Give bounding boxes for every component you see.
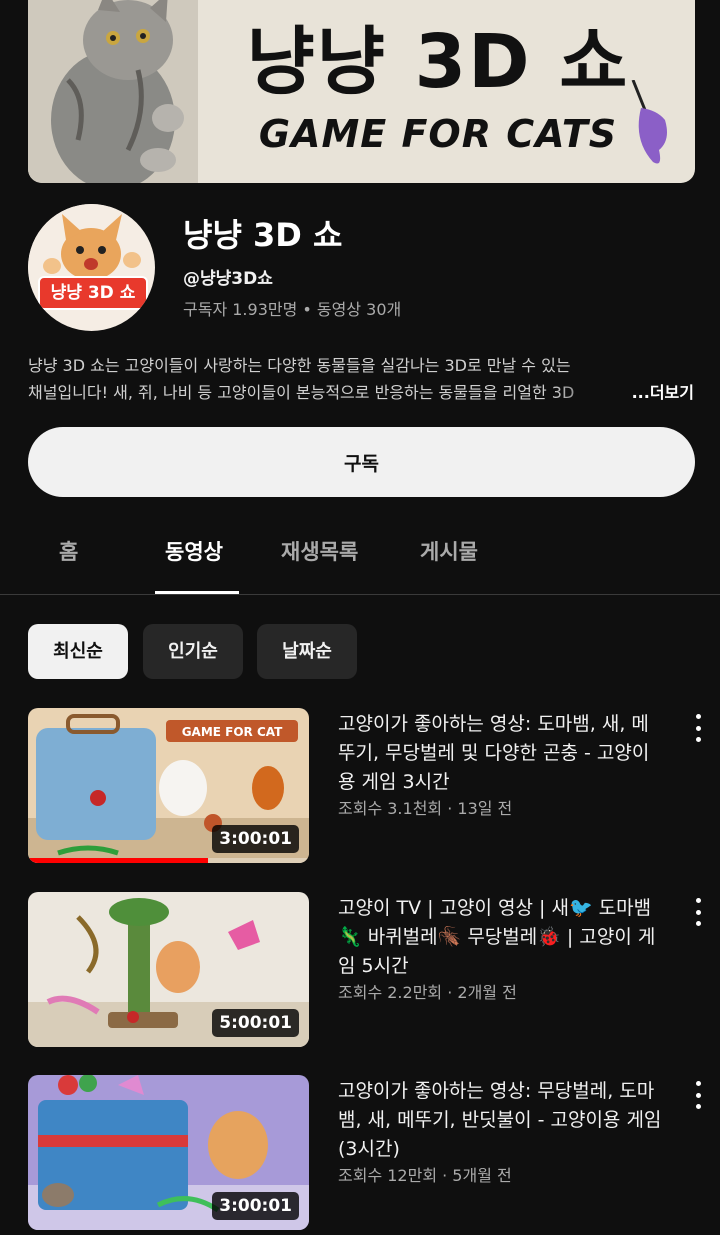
tab-home[interactable]: 홈 [59,536,78,566]
subscribe-button[interactable]: 구독 [28,427,695,497]
video-item[interactable]: 5:00:01 고양이 TV | 고양이 영상 | 새🐦 도마뱀 🦎 바퀴벌레🪳… [28,892,720,1052]
channel-handle: @냥냥3D쇼 [183,269,273,289]
video-thumbnail[interactable]: 5:00:01 [28,892,309,1047]
video-meta: 조회수 12만회 · 5개월 전 [338,1166,512,1185]
sort-chip-date[interactable]: 날짜순 [257,624,357,679]
more-options-icon[interactable] [688,896,708,928]
active-tab-indicator [155,591,239,594]
video-thumbnail[interactable]: GAME FOR CAT 3:00:01 [28,708,309,863]
more-options-icon[interactable] [688,712,708,744]
video-item[interactable]: 3:00:01 고양이가 좋아하는 영상: 무당벌레, 도마뱀, 새, 메뚜기,… [28,1075,720,1235]
channel-avatar[interactable]: 냥냥 3D 쇼 [28,204,155,331]
sort-chip-popular[interactable]: 인기순 [143,624,243,679]
video-duration: 5:00:01 [212,1009,299,1037]
video-meta: 조회수 2.2만회 · 2개월 전 [338,983,517,1002]
channel-name: 냥냥 3D 쇼 [183,216,343,254]
video-title-block[interactable]: 고양이가 좋아하는 영상: 도마뱀, 새, 메뚜기, 무당벌레 및 다양한 곤충… [338,710,663,821]
feather-toy-icon [631,80,667,164]
more-options-icon[interactable] [688,1079,708,1111]
watch-progress-bar [28,858,208,863]
description-line: 채널입니다! 새, 쥐, 나비 등 고양이들이 본능적으로 반응하는 동물들을 … [28,383,575,402]
video-title[interactable]: 고양이 TV | 고양이 영상 | 새🐦 도마뱀 🦎 바퀴벌레🪳 무당벌레🐞 |… [338,894,663,981]
cat-illustration-icon [28,0,198,183]
channel-tabs: 홈 동영상 재생목록 게시물 [0,522,720,595]
tab-videos[interactable]: 동영상 [165,536,223,566]
video-title-block[interactable]: 고양이 TV | 고양이 영상 | 새🐦 도마뱀 🦎 바퀴벌레🪳 무당벌레🐞 |… [338,894,663,1005]
video-title[interactable]: 고양이가 좋아하는 영상: 무당벌레, 도마뱀, 새, 메뚜기, 반딧불이 - … [338,1077,663,1164]
avatar-label: 냥냥 3D 쇼 [38,276,148,310]
video-item[interactable]: GAME FOR CAT 3:00:01 고양이가 좋아하는 영상: 도마뱀, … [28,708,720,868]
description-line: 냥냥 3D 쇼는 고양이들이 사랑하는 다양한 동물들을 실감나는 3D로 만날… [28,356,571,375]
video-thumbnail[interactable]: 3:00:01 [28,1075,309,1230]
channel-banner: 냥냥 3D 쇼 GAME FOR CATS [28,0,695,183]
tab-playlists[interactable]: 재생목록 [281,536,358,566]
video-title-block[interactable]: 고양이가 좋아하는 영상: 무당벌레, 도마뱀, 새, 메뚜기, 반딧불이 - … [338,1077,663,1188]
tab-posts[interactable]: 게시물 [420,536,478,566]
video-title[interactable]: 고양이가 좋아하는 영상: 도마뱀, 새, 메뚜기, 무당벌레 및 다양한 곤충… [338,710,663,797]
banner-title: 냥냥 3D 쇼 [246,19,630,105]
video-meta: 조회수 3.1천회 · 13일 전 [338,799,513,818]
more-link[interactable]: ...더보기 [632,379,694,406]
kitten-avatar-icon [28,204,154,330]
channel-stats: 구독자 1.93만명 • 동영상 30개 [183,300,402,319]
video-duration: 3:00:01 [212,1192,299,1220]
video-duration: 3:00:01 [212,825,299,853]
banner-subtitle: GAME FOR CATS [258,112,618,156]
sort-chip-latest[interactable]: 최신순 [28,624,128,679]
thumbnail-text: GAME FOR CAT [182,725,283,739]
channel-description[interactable]: 냥냥 3D 쇼는 고양이들이 사랑하는 다양한 동물들을 실감나는 3D로 만날… [28,352,694,406]
